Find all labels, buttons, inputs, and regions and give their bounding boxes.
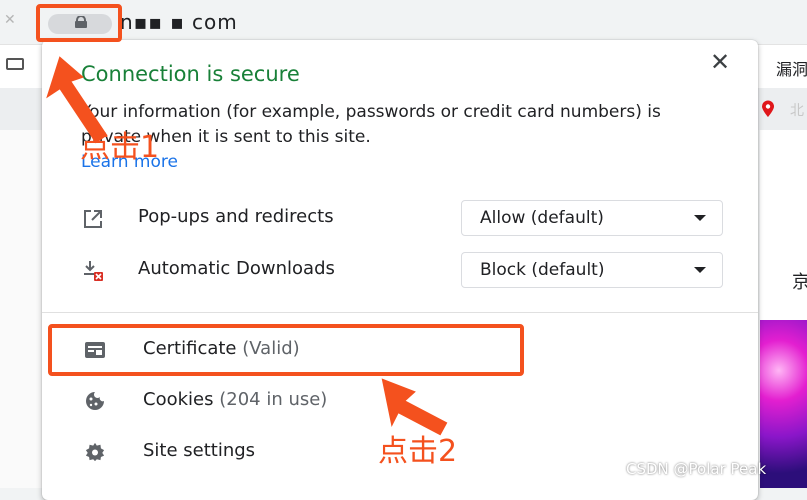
tab-icon[interactable] xyxy=(6,58,24,70)
annotation-click1: 点击1 xyxy=(80,130,160,165)
site-settings-label: Site settings xyxy=(143,440,256,461)
cookies-count: (204 in use) xyxy=(219,389,328,410)
page-side-text: 京 xyxy=(792,272,807,293)
sidebar-edge-icon: ✕ xyxy=(4,12,16,28)
cookies-label: Cookies (204 in use) xyxy=(143,389,327,410)
page-banner-image xyxy=(760,320,807,488)
gear-icon xyxy=(85,442,105,462)
connection-status-title: Connection is secure xyxy=(81,62,300,86)
page-left-strip xyxy=(0,130,42,488)
auto-downloads-label: Automatic Downloads xyxy=(138,258,335,279)
section-divider xyxy=(42,312,758,313)
auto-downloads-value: Block (default) xyxy=(480,260,605,280)
connection-info-text: Your information (for example, passwords… xyxy=(81,102,661,147)
cookie-icon xyxy=(86,392,104,410)
url-text[interactable]: n▪▪ ▪ com xyxy=(120,10,238,34)
popups-redirects-value: Allow (default) xyxy=(480,208,604,228)
annotation-box-lock xyxy=(36,4,122,42)
auto-downloads-select[interactable]: Block (default) xyxy=(461,252,723,288)
cookies-label-main: Cookies xyxy=(143,389,214,410)
annotation-box-certificate xyxy=(48,324,524,376)
popups-redirects-label: Pop-ups and redirects xyxy=(138,206,334,227)
chevron-down-icon xyxy=(694,267,706,273)
external-link-icon xyxy=(84,210,102,228)
location-text: 北 xyxy=(790,103,804,119)
popups-redirects-select[interactable]: Allow (default) xyxy=(461,200,723,236)
chevron-down-icon xyxy=(694,215,706,221)
right-tab-text[interactable]: 漏洞 xyxy=(776,56,807,80)
annotation-click2: 点击2 xyxy=(378,434,458,469)
cookies-item[interactable]: Cookies (204 in use) xyxy=(42,377,758,425)
download-blocked-icon xyxy=(84,261,103,281)
location-pin-icon xyxy=(762,100,774,117)
watermark: CSDN @Polar Peak xyxy=(626,460,767,478)
close-icon[interactable]: ✕ xyxy=(710,50,730,74)
